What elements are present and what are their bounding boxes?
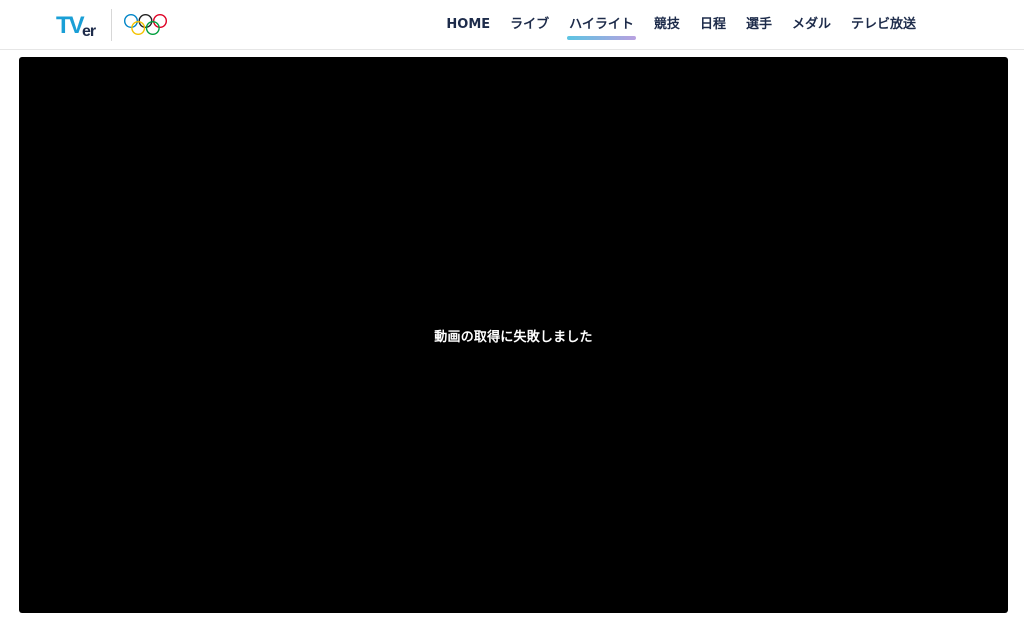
nav-item-athletes[interactable]: 選手 xyxy=(736,2,782,48)
nav-item-home[interactable]: HOME xyxy=(436,2,500,48)
olympic-rings-icon xyxy=(123,13,169,37)
main-nav: HOME ライブ ハイライト 競技 日程 選手 メダル テレビ放送 xyxy=(436,0,926,50)
nav-item-label: 競技 xyxy=(653,17,680,32)
logo-divider xyxy=(111,9,112,41)
nav-item-highlight[interactable]: ハイライト xyxy=(559,2,644,48)
video-player[interactable]: 動画の取得に失敗しました xyxy=(19,57,1008,613)
nav-item-label: ライブ xyxy=(510,17,550,32)
video-error-message: 動画の取得に失敗しました xyxy=(434,329,593,345)
logo-area[interactable]: TV er xyxy=(56,8,169,42)
nav-item-label: テレビ放送 xyxy=(850,17,916,32)
nav-item-live[interactable]: ライブ xyxy=(500,2,559,48)
active-tab-indicator xyxy=(567,36,636,40)
nav-item-label: 選手 xyxy=(745,17,772,32)
site-header: TV er HOME ライブ ハイライト 競技 日程 選手 メダル テレビ放送 xyxy=(0,0,1024,50)
nav-item-label: HOME xyxy=(446,17,491,32)
svg-text:TV: TV xyxy=(56,12,85,39)
nav-item-tv-broadcast[interactable]: テレビ放送 xyxy=(841,2,926,48)
svg-text:er: er xyxy=(82,23,96,39)
nav-item-schedule[interactable]: 日程 xyxy=(690,2,736,48)
nav-item-label: メダル xyxy=(791,17,831,32)
nav-item-medals[interactable]: メダル xyxy=(782,2,841,48)
nav-item-sports[interactable]: 競技 xyxy=(644,2,690,48)
nav-item-label: ハイライト xyxy=(569,17,634,32)
nav-item-label: 日程 xyxy=(699,17,726,32)
tver-logo[interactable]: TV er xyxy=(56,11,102,39)
